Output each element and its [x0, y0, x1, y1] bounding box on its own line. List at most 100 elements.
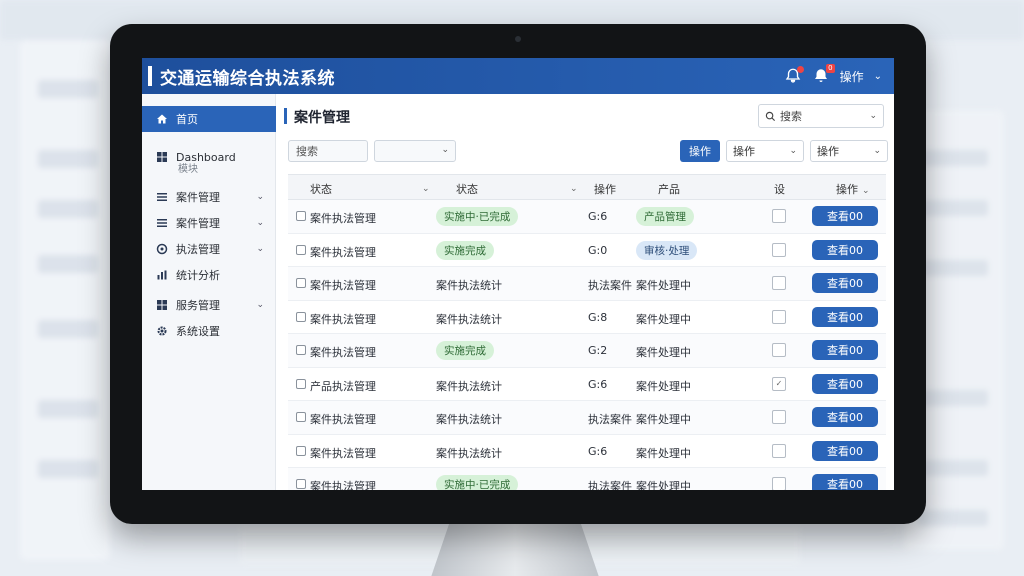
case-code: G:6: [588, 210, 608, 223]
sidebar-item-settings[interactable]: 系统设置: [142, 318, 276, 344]
row-checkbox[interactable]: [296, 378, 306, 389]
screen: 交通运输综合执法系统 0 操作 ⌄ 首页 Dashboard 模块 案件管理 ⌄…: [142, 58, 894, 490]
chevron-down-icon[interactable]: ⌄: [874, 71, 882, 82]
row-checkbox[interactable]: [296, 412, 306, 422]
col-header-sort[interactable]: ⌄: [418, 181, 430, 194]
view-button[interactable]: 查看00: [812, 474, 878, 490]
main-content: 案件管理 搜索 ⌄ 搜索 ⌄ 操作 操作 ⌄ 操作 ⌄ 状态 ⌄ 状态 ⌄ 操作…: [282, 94, 894, 490]
operate-button[interactable]: 操作: [680, 140, 720, 162]
view-button[interactable]: 查看00: [812, 440, 878, 461]
row-select-box[interactable]: [772, 343, 786, 357]
view-button[interactable]: 查看00: [812, 373, 878, 394]
col-header[interactable]: 操作 ⌄: [836, 181, 870, 197]
chevron-down-icon: ⌄: [570, 184, 578, 194]
header-actions: 0 操作 ⌄: [784, 58, 882, 94]
case-code: 执法案件: [588, 480, 632, 490]
user-badge: 0: [826, 64, 835, 73]
sidebar-item-case-2[interactable]: 案件管理 ⌄: [142, 210, 276, 236]
gear-icon: [156, 325, 168, 337]
bg-sidebar: [20, 40, 110, 560]
col-header[interactable]: 状态: [456, 181, 478, 197]
case-status: 案件执法统计: [436, 413, 502, 426]
top-search-input[interactable]: 搜索 ⌄: [758, 104, 884, 128]
row-select-box[interactable]: ✓: [772, 376, 786, 391]
table-row[interactable]: 案件执法管理 实施中·已完成 执法案件 案件处理中 查看00: [288, 468, 886, 490]
notification-dot: [796, 66, 804, 73]
case-product: 案件处理中: [636, 413, 691, 426]
sidebar-item-dashboard[interactable]: Dashboard: [142, 144, 276, 170]
row-checkbox[interactable]: [296, 211, 306, 221]
case-name: 案件执法管理: [310, 279, 376, 292]
app-title: 交通运输综合执法系统: [160, 68, 335, 89]
case-name: 案件执法管理: [310, 212, 376, 225]
sidebar-item-case-1[interactable]: 案件管理 ⌄: [142, 184, 276, 210]
sidebar-item-home[interactable]: 首页: [142, 106, 276, 132]
case-status: 实施完成: [436, 341, 494, 360]
search-icon: [765, 111, 776, 121]
camera-dot: [515, 36, 521, 42]
row-select-box[interactable]: [772, 276, 786, 290]
row-select-box[interactable]: [772, 410, 786, 424]
user-bell-icon[interactable]: 0: [812, 64, 835, 85]
row-checkbox[interactable]: [296, 311, 306, 322]
case-product: 案件处理中: [636, 446, 691, 460]
view-button[interactable]: 查看00: [812, 306, 878, 327]
table-row[interactable]: 案件执法管理 案件执法统计 G:8 案件处理中 查看00: [288, 301, 886, 334]
chevron-down-icon: ⌄: [256, 218, 264, 228]
operate-select-2[interactable]: 操作 ⌄: [810, 140, 888, 162]
row-select-box[interactable]: [772, 309, 786, 324]
col-header-sort[interactable]: ⌄: [566, 181, 578, 194]
case-name: 案件执法管理: [310, 245, 376, 259]
case-code: G:0: [588, 243, 608, 257]
filter-select[interactable]: ⌄: [374, 140, 456, 162]
col-header[interactable]: 产品: [658, 181, 680, 197]
sidebar-item-label: 首页: [176, 113, 198, 126]
sidebar-item-label: 执法管理: [176, 243, 220, 256]
case-name: 案件执法管理: [310, 312, 376, 326]
table-row[interactable]: 案件执法管理 实施完成 G:2 案件处理中 查看00: [288, 334, 886, 368]
case-product: 案件处理中: [636, 346, 691, 359]
row-select-box[interactable]: [772, 477, 786, 490]
view-button[interactable]: 查看00: [812, 239, 878, 260]
col-header[interactable]: 设: [774, 181, 785, 197]
view-button[interactable]: 查看00: [812, 407, 878, 427]
header-user-menu[interactable]: 操作: [840, 68, 864, 85]
row-checkbox[interactable]: [296, 445, 306, 456]
row-checkbox[interactable]: [296, 345, 306, 355]
sidebar-item-service[interactable]: 服务管理 ⌄: [142, 292, 276, 318]
row-checkbox[interactable]: [296, 278, 306, 288]
top-search-placeholder: 搜索: [780, 110, 802, 123]
chevron-down-icon: ⌄: [862, 186, 870, 196]
row-select-box[interactable]: [772, 242, 786, 257]
table-row[interactable]: 产品执法管理 案件执法统计 G:6 案件处理中 ✓ 查看00: [288, 368, 886, 401]
row-checkbox[interactable]: [296, 244, 306, 255]
row-select-box[interactable]: [772, 209, 786, 223]
chevron-down-icon: ⌄: [441, 145, 449, 155]
table-row[interactable]: 案件执法管理 案件执法统计 执法案件 案件处理中 查看00: [288, 267, 886, 301]
case-product: 审核·处理: [636, 240, 698, 260]
sidebar-item-enforcement[interactable]: 执法管理 ⌄: [142, 236, 276, 262]
page-title: 案件管理: [294, 110, 350, 126]
case-name: 案件执法管理: [310, 446, 376, 460]
filter-search-input[interactable]: 搜索: [288, 140, 368, 162]
sidebar-item-stats[interactable]: 统计分析: [142, 262, 276, 288]
operate-select-1[interactable]: 操作 ⌄: [726, 140, 804, 162]
table-row[interactable]: 案件执法管理 案件执法统计 执法案件 案件处理中 查看00: [288, 401, 886, 435]
view-button[interactable]: 查看00: [812, 340, 878, 360]
row-checkbox[interactable]: [296, 479, 306, 489]
col-header[interactable]: 操作: [594, 181, 616, 197]
app-header: 交通运输综合执法系统 0 操作 ⌄: [142, 58, 894, 94]
case-name: 产品执法管理: [310, 379, 376, 393]
table-row[interactable]: 案件执法管理 实施中·已完成 G:6 产品管理 查看00: [288, 200, 886, 234]
table-row[interactable]: 案件执法管理 实施完成 G:0 审核·处理 查看00: [288, 234, 886, 267]
table-row[interactable]: 案件执法管理 案件执法统计 G:6 案件处理中 查看00: [288, 435, 886, 468]
view-button[interactable]: 查看00: [812, 273, 878, 293]
chevron-down-icon: ⌄: [873, 146, 881, 156]
case-status: 案件执法统计: [436, 446, 502, 460]
view-button[interactable]: 查看00: [812, 206, 878, 226]
row-select-box[interactable]: [772, 443, 786, 458]
col-header[interactable]: 状态: [310, 181, 332, 197]
target-icon: [156, 243, 168, 255]
notification-bell-icon[interactable]: [784, 66, 804, 85]
title-accent-bar: [148, 66, 152, 86]
